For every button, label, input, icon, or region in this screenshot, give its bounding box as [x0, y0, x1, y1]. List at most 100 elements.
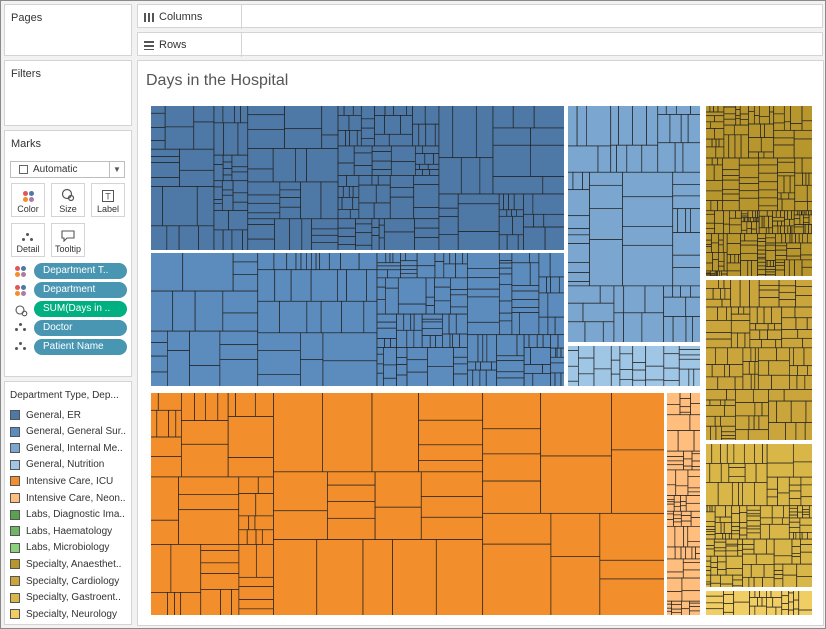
treemap-cell[interactable]	[665, 513, 674, 521]
treemap-cell[interactable]	[599, 285, 615, 304]
treemap-cell[interactable]	[376, 286, 386, 300]
treemap-cell[interactable]	[342, 186, 350, 198]
treemap-cell[interactable]	[757, 347, 777, 362]
treemap-cell[interactable]	[412, 105, 426, 125]
treemap-cell[interactable]	[752, 210, 756, 219]
treemap-cell[interactable]	[808, 224, 813, 235]
treemap-cell[interactable]	[663, 344, 680, 355]
treemap-cell[interactable]	[166, 225, 180, 252]
treemap-cell[interactable]	[789, 375, 798, 390]
treemap-cell[interactable]	[679, 411, 691, 416]
treemap-cell[interactable]	[755, 553, 775, 565]
treemap-cell[interactable]	[738, 482, 743, 507]
treemap-cell[interactable]	[358, 251, 378, 271]
sum-days-pill[interactable]: SUM(Days in ..	[34, 301, 127, 317]
treemap-cell[interactable]	[238, 493, 257, 517]
treemap-cell[interactable]	[213, 154, 224, 165]
treemap-cell[interactable]	[783, 105, 792, 123]
treemap-cell[interactable]	[758, 181, 778, 191]
treemap-cell[interactable]	[400, 251, 406, 262]
treemap-cell[interactable]	[771, 306, 783, 325]
treemap-cell[interactable]	[150, 391, 159, 411]
treemap-cell[interactable]	[213, 186, 223, 200]
treemap-cell[interactable]	[397, 303, 427, 315]
treemap-cell[interactable]	[328, 251, 341, 271]
treemap-cell[interactable]	[425, 123, 436, 147]
treemap-cell[interactable]	[689, 414, 702, 431]
treemap-cell[interactable]	[200, 589, 221, 617]
treemap-cell[interactable]	[784, 210, 789, 220]
treemap-cell[interactable]	[610, 144, 617, 173]
treemap-cell[interactable]	[442, 313, 450, 335]
treemap-cell[interactable]	[704, 306, 718, 321]
treemap-cell[interactable]	[742, 538, 755, 545]
treemap-cell[interactable]	[222, 168, 233, 176]
treemap-cell[interactable]	[680, 114, 689, 144]
treemap-cell[interactable]	[734, 376, 744, 390]
treemap-cell[interactable]	[665, 414, 691, 431]
treemap-cell[interactable]	[599, 559, 666, 580]
treemap-cell[interactable]	[467, 361, 477, 371]
treemap-cell[interactable]	[550, 372, 556, 388]
treemap-cell[interactable]	[337, 269, 347, 302]
treemap-cell[interactable]	[711, 138, 717, 148]
treemap-cell[interactable]	[261, 529, 274, 545]
treemap-cell[interactable]	[704, 442, 713, 464]
treemap-cell[interactable]	[523, 226, 546, 252]
treemap-cell[interactable]	[758, 157, 778, 166]
treemap-cell[interactable]	[482, 480, 542, 514]
treemap-cell[interactable]	[632, 362, 647, 371]
treemap-cell[interactable]	[749, 589, 756, 598]
treemap-cell[interactable]	[740, 260, 749, 278]
treemap-cell[interactable]	[540, 391, 612, 457]
treemap-cell[interactable]	[371, 151, 392, 162]
treemap-cell[interactable]	[150, 476, 179, 521]
treemap-cell[interactable]	[150, 148, 180, 157]
treemap-cell[interactable]	[758, 105, 770, 117]
treemap-cell[interactable]	[498, 215, 513, 236]
treemap-cell[interactable]	[406, 347, 428, 361]
treemap-cell[interactable]	[788, 532, 794, 540]
treemap-cell[interactable]	[685, 495, 702, 504]
treemap-cell[interactable]	[755, 323, 769, 331]
treemap-cell[interactable]	[672, 195, 702, 210]
treemap-cell[interactable]	[739, 522, 748, 529]
treemap-cell[interactable]	[795, 278, 814, 287]
treemap-cell[interactable]	[800, 476, 814, 486]
treemap-cell[interactable]	[352, 186, 360, 198]
treemap-cell[interactable]	[791, 553, 801, 558]
treemap-cell[interactable]	[422, 169, 430, 176]
treemap-cell[interactable]	[533, 105, 566, 129]
treemap-cell[interactable]	[766, 442, 794, 464]
treemap-cell[interactable]	[532, 373, 551, 388]
treemap-cell[interactable]	[672, 171, 702, 185]
treemap-cell[interactable]	[740, 229, 748, 235]
treemap-cell[interactable]	[704, 320, 732, 333]
treemap-cell[interactable]	[438, 105, 454, 159]
treemap-cell[interactable]	[740, 233, 746, 242]
treemap-cell[interactable]	[777, 192, 782, 200]
treemap-cell[interactable]	[516, 209, 524, 217]
treemap-cell[interactable]	[150, 156, 180, 163]
treemap-cell[interactable]	[711, 157, 718, 166]
treemap-cell[interactable]	[765, 269, 776, 273]
treemap-cell[interactable]	[768, 360, 790, 376]
treemap-cell[interactable]	[221, 180, 234, 191]
treemap-cell[interactable]	[665, 105, 677, 115]
treemap-cell[interactable]	[758, 210, 768, 217]
treemap-cell[interactable]	[704, 548, 715, 557]
treemap-cell[interactable]	[337, 115, 350, 131]
treemap-cell[interactable]	[704, 157, 713, 166]
treemap-cell[interactable]	[482, 334, 488, 363]
treemap-cell[interactable]	[205, 391, 219, 421]
treemap-cell[interactable]	[721, 425, 736, 433]
treemap-cell[interactable]	[737, 550, 743, 557]
treemap-cell[interactable]	[733, 589, 750, 603]
treemap-cell[interactable]	[742, 576, 750, 589]
treemap-cell[interactable]	[623, 285, 646, 314]
treemap-cell[interactable]	[721, 435, 736, 440]
treemap-cell[interactable]	[424, 153, 434, 165]
treemap-cell[interactable]	[759, 589, 767, 598]
treemap-cell[interactable]	[797, 365, 808, 376]
treemap-cell[interactable]	[735, 389, 754, 403]
